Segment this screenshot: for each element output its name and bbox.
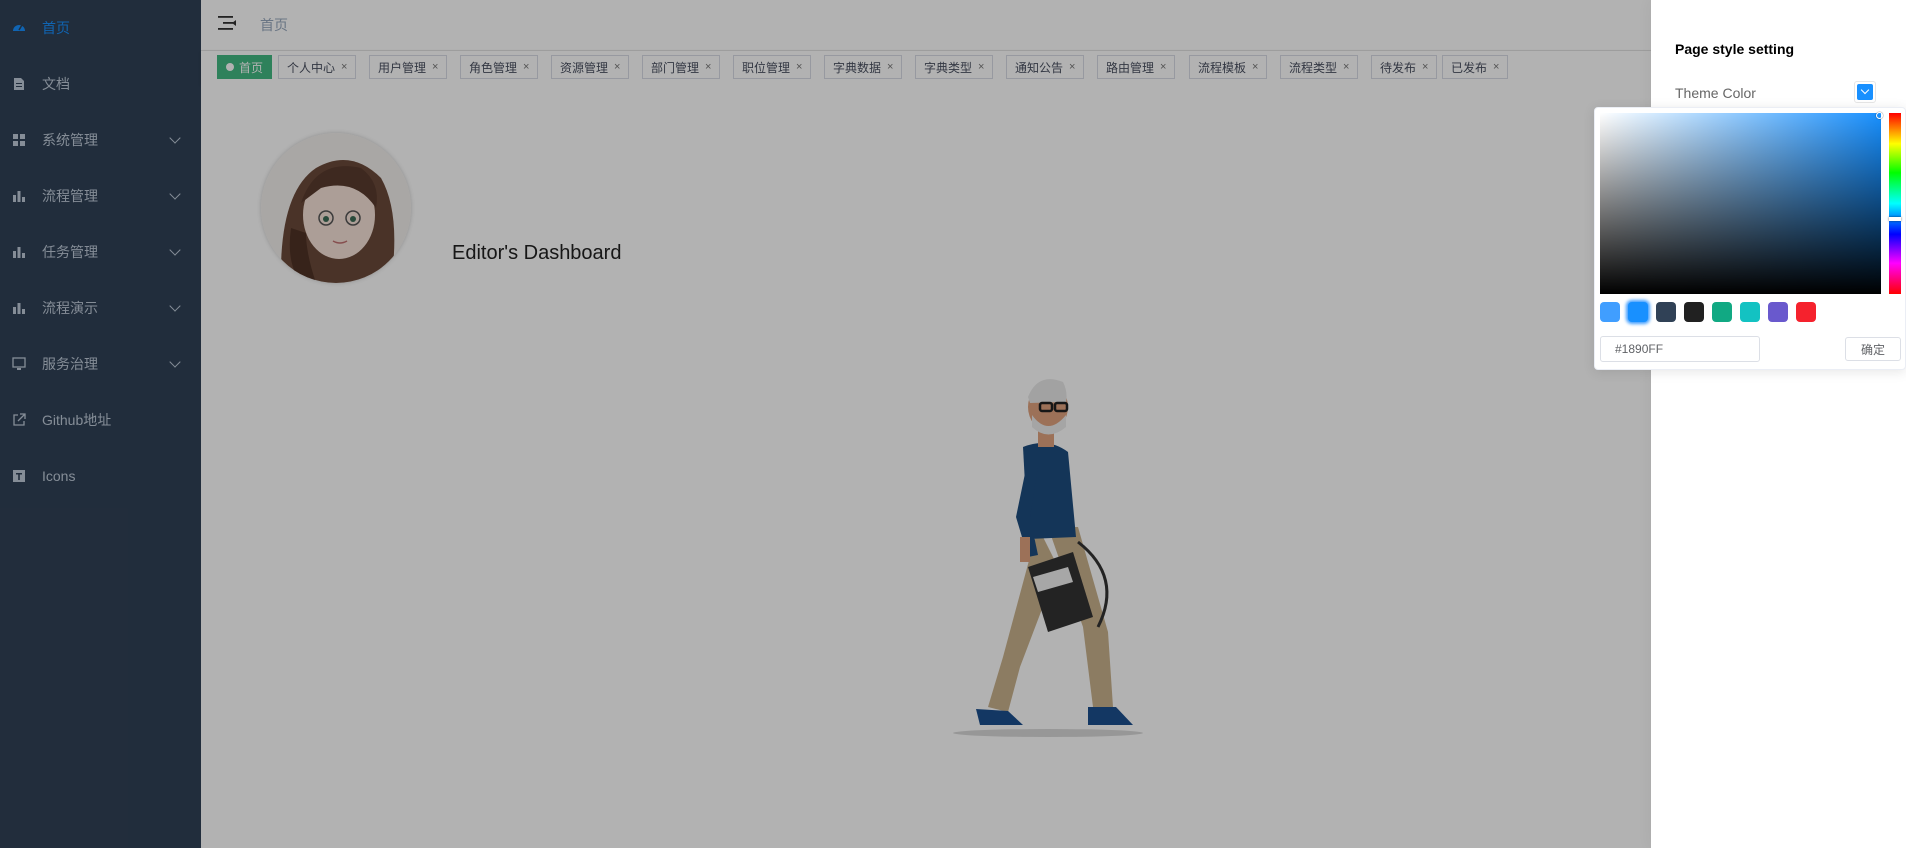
saturation-value-panel[interactable] bbox=[1600, 112, 1883, 294]
hex-color-input[interactable] bbox=[1600, 336, 1760, 362]
preset-color-swatch[interactable] bbox=[1712, 302, 1732, 322]
chevron-down-icon bbox=[1857, 84, 1873, 100]
preset-color-swatch[interactable] bbox=[1740, 302, 1760, 322]
preset-color-swatch[interactable] bbox=[1600, 302, 1620, 322]
preset-color-swatch[interactable] bbox=[1768, 302, 1788, 322]
settings-title: Page style setting bbox=[1675, 41, 1795, 57]
theme-color-label: Theme Color bbox=[1675, 85, 1756, 101]
hue-slider-thumb[interactable] bbox=[1889, 217, 1901, 221]
confirm-button[interactable]: 确定 bbox=[1845, 337, 1901, 361]
overlay-mask[interactable] bbox=[0, 0, 1651, 848]
color-picker-dropdown: 确定 bbox=[1594, 107, 1906, 370]
saturation-cursor[interactable] bbox=[1876, 112, 1883, 119]
preset-color-swatch[interactable] bbox=[1684, 302, 1704, 322]
preset-color-swatch[interactable] bbox=[1656, 302, 1676, 322]
preset-color-swatch[interactable] bbox=[1796, 302, 1816, 322]
hue-slider[interactable] bbox=[1889, 113, 1901, 294]
theme-color-picker-trigger[interactable] bbox=[1854, 81, 1876, 103]
preset-colors bbox=[1600, 302, 1824, 322]
preset-color-swatch[interactable] bbox=[1628, 302, 1648, 322]
